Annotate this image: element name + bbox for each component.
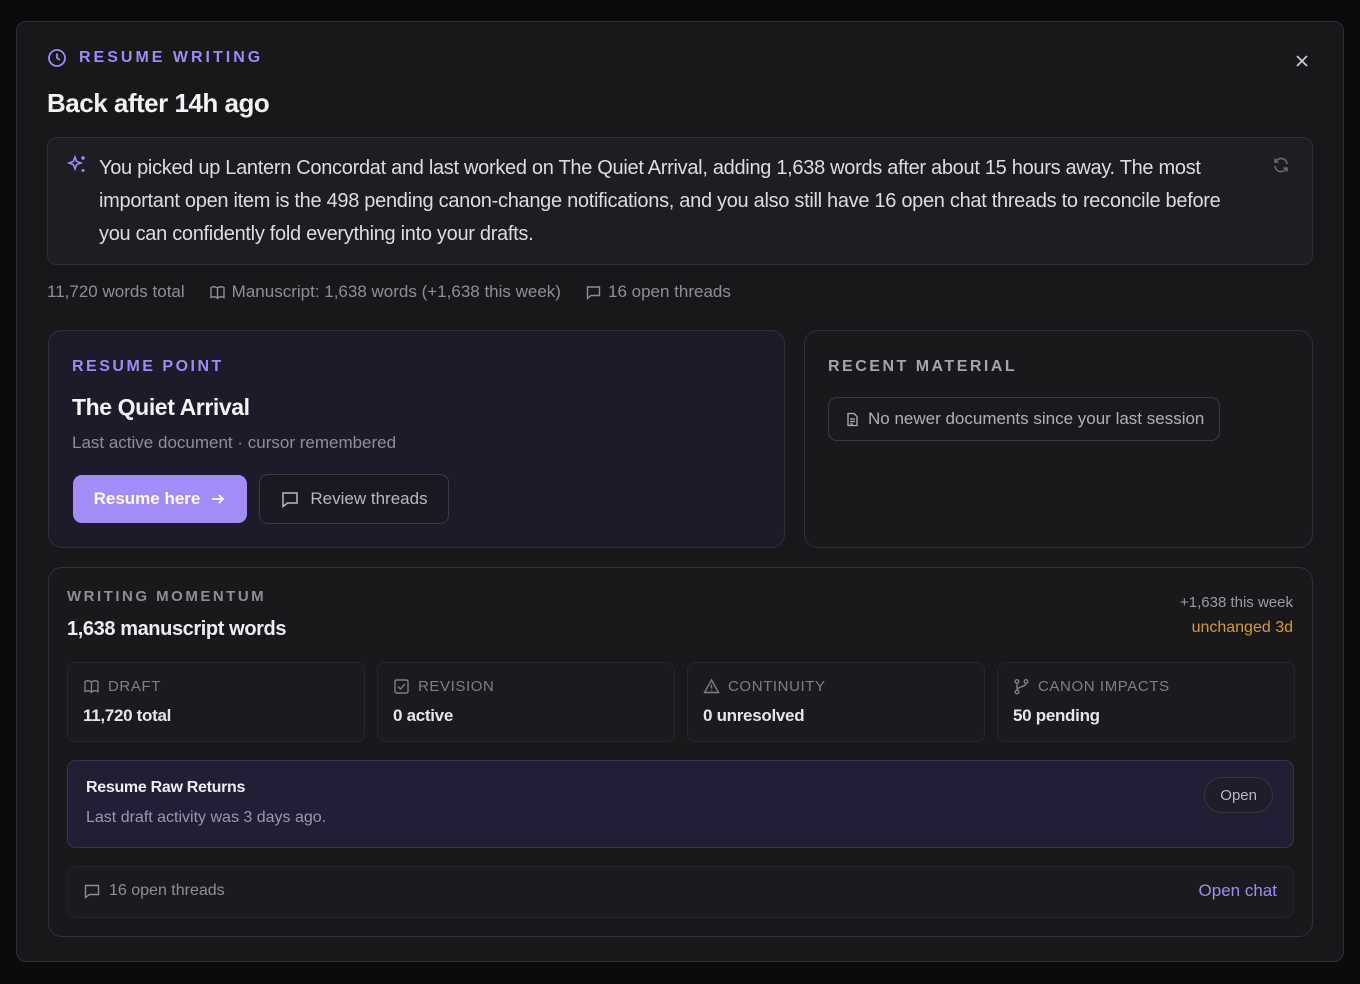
header-eyebrow-label: RESUME WRITING — [79, 49, 264, 66]
review-threads-button[interactable]: Review threads — [259, 474, 449, 524]
no-documents-chip: No newer documents since your last sessi… — [828, 397, 1221, 441]
resume-document-subtitle: Last active document · cursor remembered — [72, 433, 397, 452]
branch-icon — [1014, 679, 1029, 695]
open-threads-row: 16 open threads Open chat — [67, 866, 1294, 918]
tile-label: DRAFT — [108, 678, 161, 695]
chat-icon — [282, 492, 299, 509]
tile-label: CONTINUITY — [728, 678, 826, 695]
tile-draft: DRAFT 11,720 total — [67, 662, 365, 742]
tile-label: REVISION — [418, 678, 495, 695]
header-eyebrow: RESUME WRITING — [47, 48, 263, 68]
resume-raw-returns-panel: Resume Raw Returns Last draft activity w… — [67, 760, 1294, 848]
tile-value: 0 unresolved — [703, 706, 805, 725]
document-icon — [847, 412, 858, 426]
page-title: Back after 14h ago — [47, 88, 270, 118]
close-button[interactable] — [1291, 50, 1313, 72]
refresh-icon[interactable] — [1272, 156, 1290, 174]
momentum-week-delta: +1,638 this week — [1180, 594, 1293, 611]
chat-icon — [586, 285, 601, 300]
open-threads-label: 16 open threads — [109, 882, 225, 899]
tile-revision: REVISION 0 active — [377, 662, 675, 742]
tile-canon-impacts: CANON IMPACTS 50 pending — [997, 662, 1295, 742]
resume-point-eyebrow: RESUME POINT — [72, 358, 224, 375]
momentum-tiles: DRAFT 11,720 total REVISION 0 active CON… — [67, 662, 1295, 742]
tile-value: 11,720 total — [83, 706, 172, 725]
book-icon — [209, 285, 225, 299]
momentum-eyebrow: WRITING MOMENTUM — [67, 588, 267, 605]
arrow-right-icon — [212, 494, 225, 504]
raw-returns-title: Resume Raw Returns — [86, 779, 246, 796]
chat-icon — [84, 884, 100, 899]
clock-icon — [48, 49, 66, 67]
tile-continuity: CONTINUITY 0 unresolved — [687, 662, 985, 742]
open-chat-link[interactable]: Open chat — [1199, 881, 1277, 901]
writing-momentum-card: WRITING MOMENTUM 1,638 manuscript words … — [48, 567, 1313, 937]
resume-point-card: RESUME POINT The Quiet Arrival Last acti… — [48, 330, 785, 548]
stats-row: 11,720 words total Manuscript: 1,638 wor… — [47, 282, 731, 302]
tile-value: 0 active — [393, 706, 453, 725]
checkbox-icon — [394, 679, 409, 694]
resume-document-title: The Quiet Arrival — [72, 394, 250, 420]
stat-open-threads: 16 open threads — [585, 282, 731, 302]
resume-here-button[interactable]: Resume here — [73, 475, 247, 523]
momentum-title: 1,638 manuscript words — [67, 618, 287, 640]
tile-value: 50 pending — [1013, 706, 1100, 725]
ai-summary-panel: You picked up Lantern Concordat and last… — [47, 137, 1313, 265]
close-icon — [1296, 55, 1308, 67]
recent-material-card: RECENT MATERIAL No newer documents since… — [804, 330, 1313, 548]
recent-material-eyebrow: RECENT MATERIAL — [828, 358, 1018, 375]
raw-returns-description: Last draft activity was 3 days ago. — [86, 809, 327, 826]
stat-manuscript: Manuscript: 1,638 words (+1,638 this wee… — [209, 282, 561, 302]
tile-label: CANON IMPACTS — [1038, 678, 1170, 695]
stat-words-total: 11,720 words total — [47, 282, 185, 301]
resume-writing-modal: RESUME WRITING Back after 14h ago You pi… — [16, 21, 1344, 962]
momentum-unchanged-badge: unchanged 3d — [1191, 619, 1293, 636]
raw-returns-open-button[interactable]: Open — [1204, 777, 1273, 813]
book-icon — [84, 680, 99, 694]
sparkle-icon — [66, 154, 85, 172]
warning-icon — [703, 678, 720, 694]
summary-text: You picked up Lantern Concordat and last… — [99, 157, 1221, 245]
